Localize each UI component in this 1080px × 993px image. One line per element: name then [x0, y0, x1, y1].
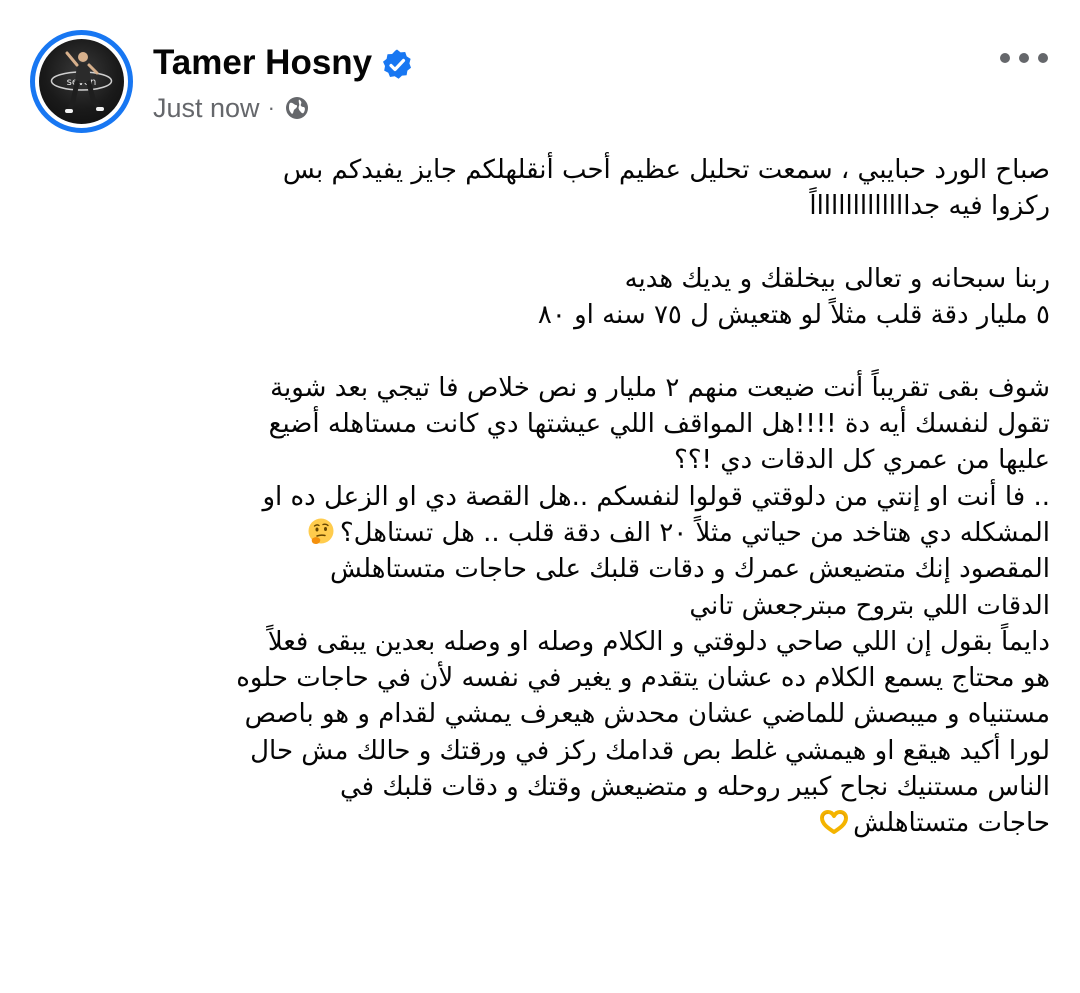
post-line: عليها من عمري كل الدقات دي !؟؟ [20, 442, 1050, 478]
post-line: لورا أكيد هيقع او هيمشي غلط بص قدامك ركز… [20, 733, 1050, 769]
post-line: الدقات اللي بتروح مبترجعش تاني [20, 588, 1050, 624]
post-line-text: .. فا أنت او إنتي من دلوقتي قولوا لنفسكم… [262, 481, 1050, 512]
post-timestamp[interactable]: Just now [153, 93, 260, 124]
post-line: مستنياه و ميبصش للماضي عشان محدش هيعرف ي… [20, 696, 1050, 732]
avatar-photo: seven [39, 39, 124, 124]
post-header: seven Tamer Hosny Just now · [0, 0, 1080, 140]
more-options-icon[interactable] [1000, 46, 1048, 70]
avatar-figure-icon: seven [50, 51, 113, 114]
post-line-text: الناس مستنيك نجاح كبير روحله و متضيعش وق… [339, 772, 1050, 803]
post-line-text: تقول لنفسك أيه دة !!!!هل المواقف اللي عي… [268, 409, 1050, 440]
post-text: صباح الورد حبايبي ، سمعت تحليل عظيم أحب … [20, 152, 1050, 842]
post-line: تقول لنفسك أيه دة !!!!هل المواقف اللي عي… [20, 406, 1050, 442]
post-line: ربنا سبحانه و تعالى بيخلقك و يديك هديه [20, 261, 1050, 297]
post-line-text: هو محتاج يسمع الكلام ده عشان يتقدم و يغي… [236, 663, 1050, 694]
thinking-face-emoji [308, 518, 334, 544]
post-line-text: ٥ مليار دقة قلب مثلاً لو هتعيش ل ٧٥ سنه … [537, 300, 1050, 331]
post-line-text: صباح الورد حبايبي ، سمعت تحليل عظيم أحب … [282, 155, 1050, 185]
post-meta: Just now · [153, 90, 310, 126]
post-line: ٥ مليار دقة قلب مثلاً لو هتعيش ل ٧٥ سنه … [20, 297, 1050, 333]
globe-icon[interactable] [284, 95, 310, 121]
heart-hands-emoji [820, 810, 849, 835]
post-line: ركزوا فيه جدااااااااااااااً [20, 188, 1050, 224]
verified-badge-icon [383, 49, 411, 79]
post-line: .. فا أنت او إنتي من دلوقتي قولوا لنفسكم… [20, 479, 1050, 515]
post-line-text: المقصود إنك متضيعش عمرك و دقات قلبك على … [329, 554, 1050, 585]
post-line-text: مستنياه و ميبصش للماضي عشان محدش هيعرف ي… [244, 699, 1050, 730]
post-line: هو محتاج يسمع الكلام ده عشان يتقدم و يغي… [20, 660, 1050, 696]
post-line: حاجات متستاهلش [20, 805, 1050, 841]
post-line-text: المشكله دي هتاخد من حياتي مثلاً ٢٠ الف د… [339, 517, 1050, 548]
post-line-text: لورا أكيد هيقع او هيمشي غلط بص قدامك ركز… [250, 735, 1050, 766]
author-avatar[interactable]: seven [30, 30, 133, 133]
post-line: المقصود إنك متضيعش عمرك و دقات قلبك على … [20, 551, 1050, 587]
post-line-text: ربنا سبحانه و تعالى بيخلقك و يديك هديه [624, 263, 1050, 294]
post-line-text: دايماً بقول إن اللي صاحي دلوقتي و الكلام… [267, 626, 1050, 657]
post-line-text: ركزوا فيه جدااااااااااااااً [809, 191, 1050, 222]
post-line-text: الدقات اللي بتروح مبترجعش تاني [689, 590, 1050, 621]
post-line-text: عليها من عمري كل الدقات دي !؟؟ [673, 445, 1050, 476]
post-line: شوف بقى تقريباً أنت ضيعت منهم ٢ مليار و … [20, 370, 1050, 406]
more-dot [1038, 53, 1048, 63]
author-name[interactable]: Tamer Hosny [153, 40, 372, 86]
post-line-text: شوف بقى تقريباً أنت ضيعت منهم ٢ مليار و … [270, 372, 1050, 403]
post-line: صباح الورد حبايبي ، سمعت تحليل عظيم أحب … [20, 152, 1050, 188]
post-line: الناس مستنيك نجاح كبير روحله و متضيعش وق… [20, 769, 1050, 805]
post-line-text: حاجات متستاهلش [853, 808, 1050, 839]
more-dot [1000, 53, 1010, 63]
post-line: المشكله دي هتاخد من حياتي مثلاً ٢٠ الف د… [20, 515, 1050, 551]
post-line: دايماً بقول إن اللي صاحي دلوقتي و الكلام… [20, 624, 1050, 660]
more-dot [1019, 53, 1029, 63]
meta-separator: · [267, 95, 275, 120]
